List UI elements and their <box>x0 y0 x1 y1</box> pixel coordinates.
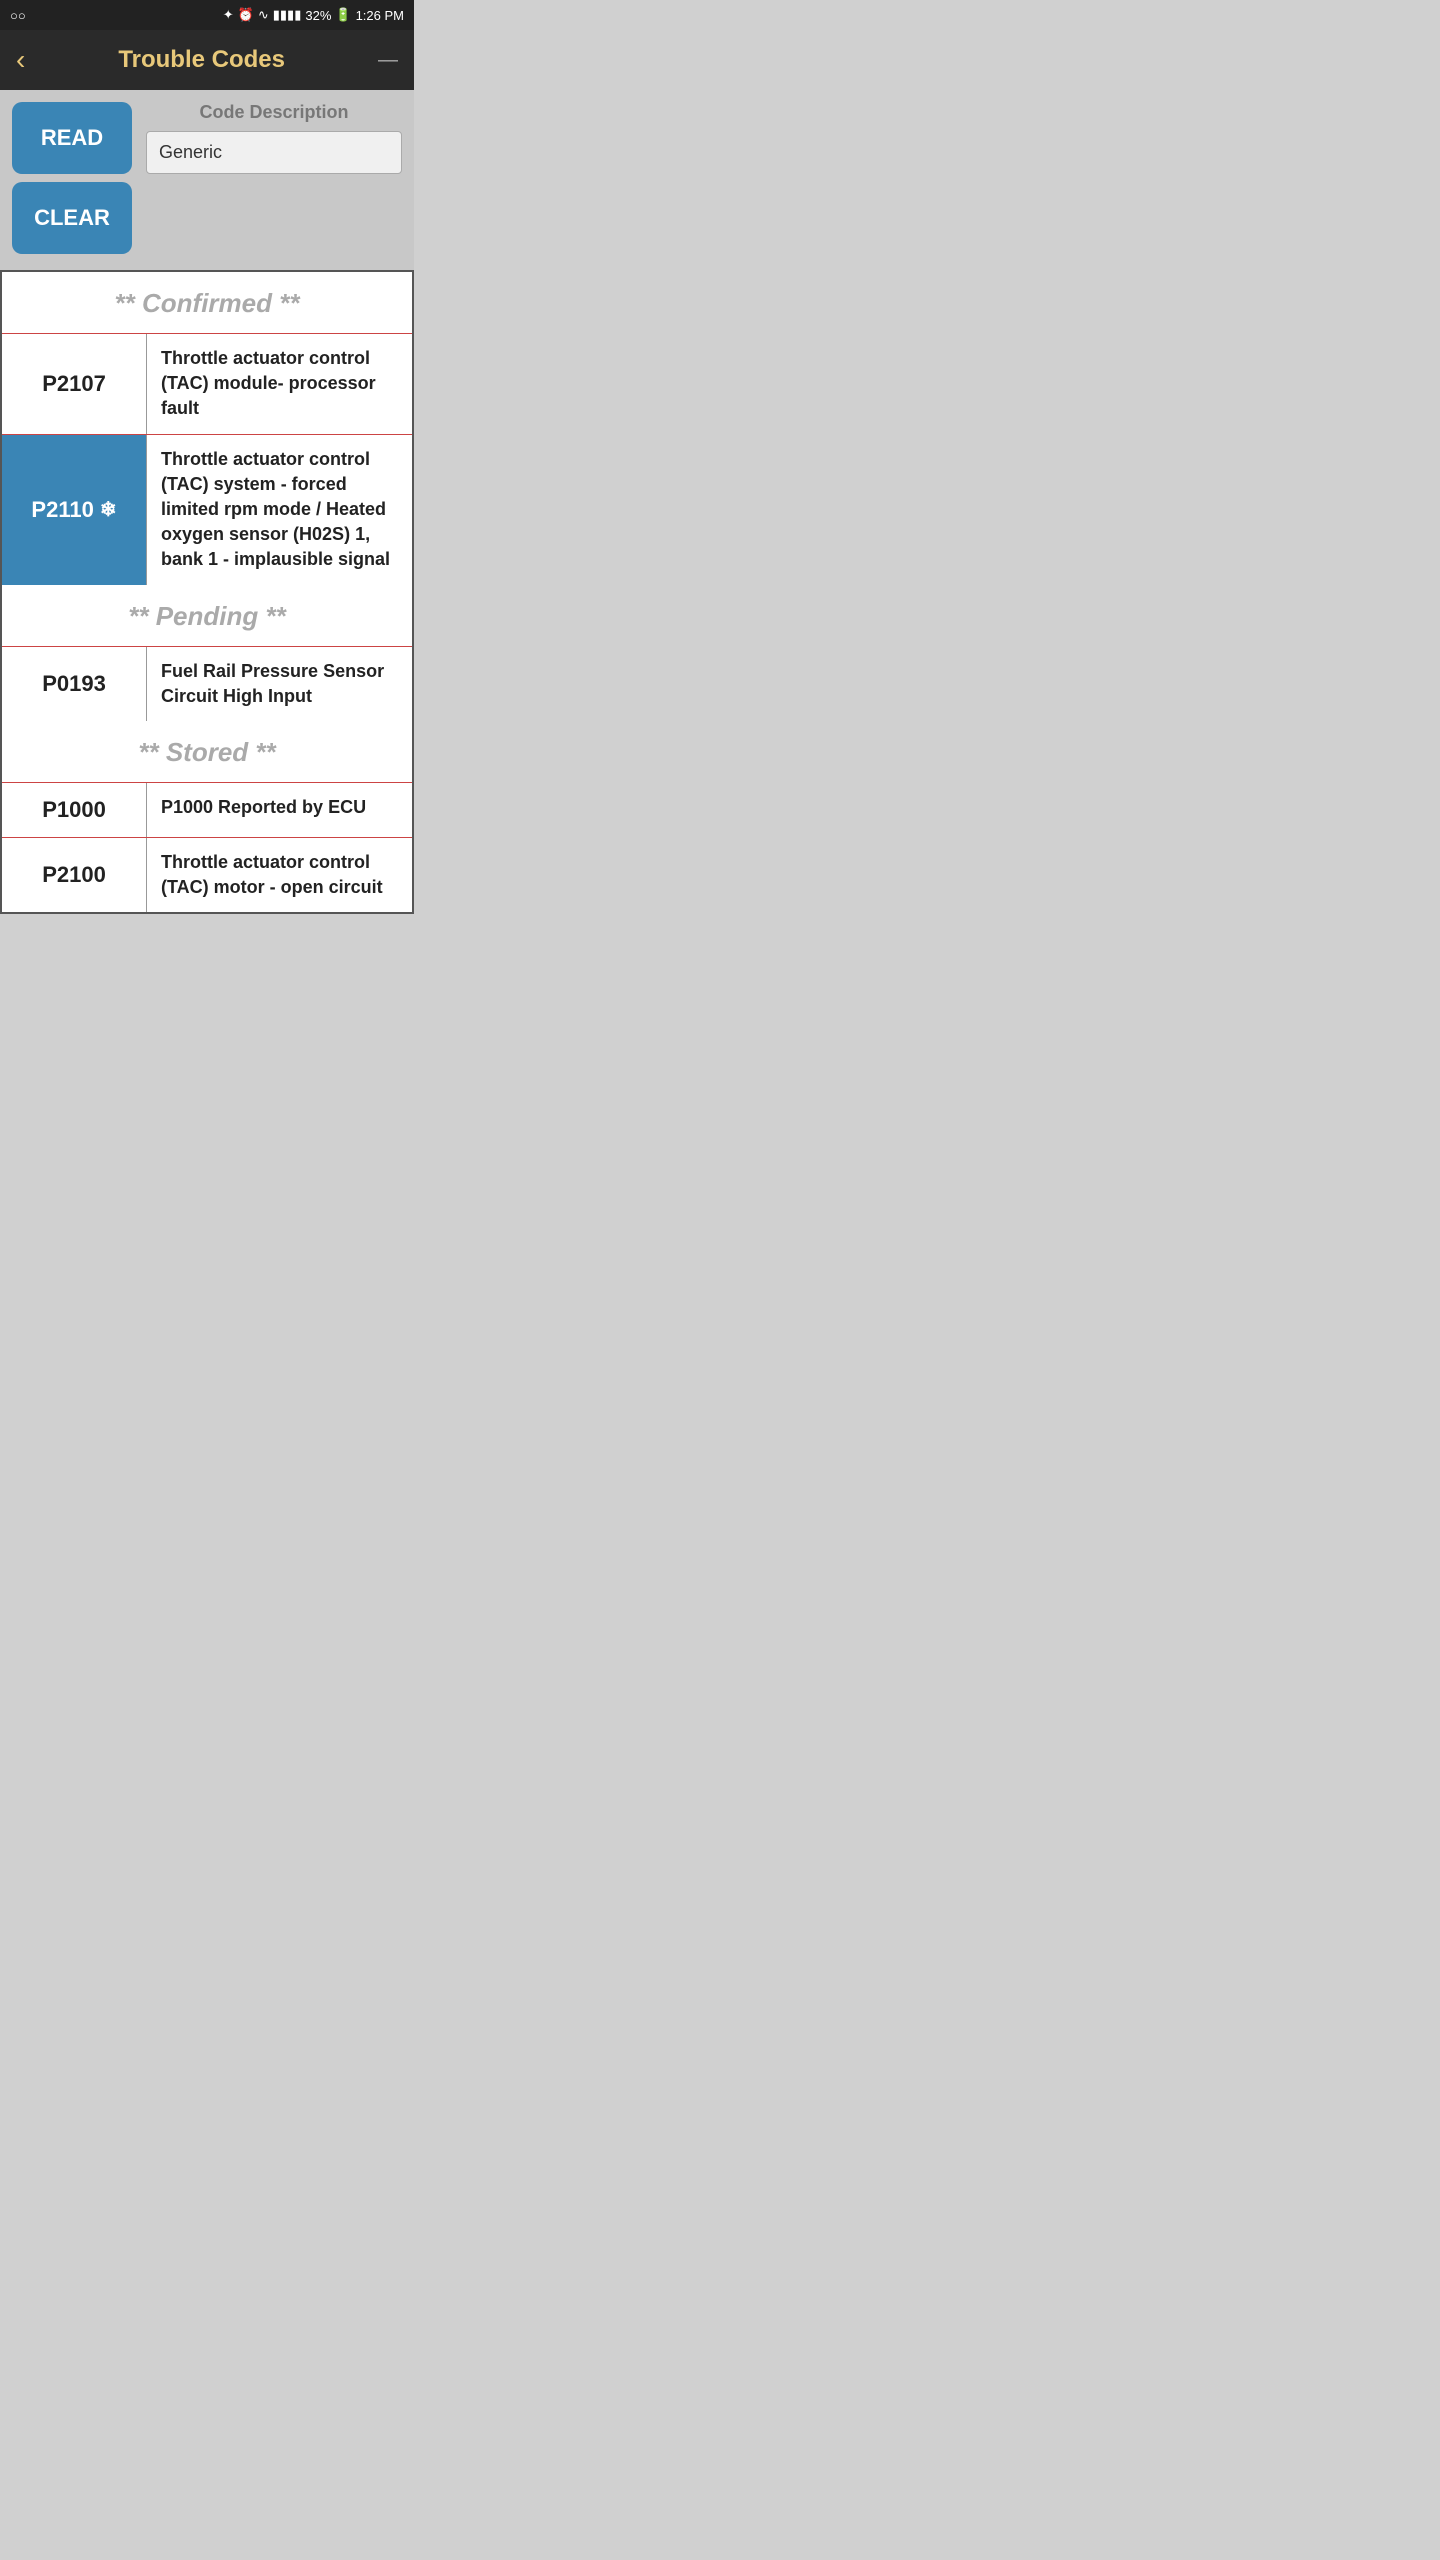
code-cell: P1000 <box>2 783 147 837</box>
clear-button[interactable]: CLEAR <box>12 182 132 254</box>
status-left: ○○ <box>10 8 26 23</box>
bluetooth-icon: ✦ <box>223 7 234 23</box>
battery-icon: 🔋 <box>335 7 351 23</box>
table-row[interactable]: P1000 P1000 Reported by ECU <box>2 782 412 837</box>
description-cell: Throttle actuator control (TAC) system -… <box>147 435 412 585</box>
code-cell: P2110 ❄ <box>2 435 147 585</box>
code-value: P0193 <box>42 671 106 697</box>
section-header-confirmed: ** Confirmed ** <box>2 272 412 333</box>
clock: 1:26 PM <box>356 8 404 23</box>
trouble-codes-table: ** Confirmed ** P2107 Throttle actuator co… <box>0 270 414 914</box>
battery-level: 32% <box>305 8 331 23</box>
description-cell: Throttle actuator control (TAC) motor - … <box>147 838 412 912</box>
section-header-stored: ** Stored ** <box>2 721 412 782</box>
back-button[interactable]: ‹ <box>16 46 25 74</box>
code-value: P2107 <box>42 371 106 397</box>
description-cell: Throttle actuator control (TAC) module- … <box>147 334 412 434</box>
code-cell: P2107 <box>2 334 147 434</box>
table-row[interactable]: P2107 Throttle actuator control (TAC) mod… <box>2 333 412 434</box>
action-buttons: READ CLEAR <box>12 102 132 254</box>
freeze-icon: ❄ <box>100 497 117 522</box>
code-description-value[interactable]: Generic <box>146 131 402 174</box>
description-cell: Fuel Rail Pressure Sensor Circuit High I… <box>147 647 412 721</box>
code-cell: P2100 <box>2 838 147 912</box>
table-row[interactable]: P2100 Throttle actuator control (TAC) mot… <box>2 837 412 912</box>
code-description-label: Code Description <box>146 102 402 123</box>
code-cell: P0193 <box>2 647 147 721</box>
signal-bars: ▮▮▮▮ <box>273 7 302 23</box>
notification-icon: ○○ <box>10 8 26 23</box>
section-header-pending: ** Pending ** <box>2 585 412 646</box>
code-value: P2100 <box>42 862 106 888</box>
menu-icon[interactable]: — <box>378 50 398 70</box>
status-right: ✦ ⏰ ∿ ▮▮▮▮ 32% 🔋 1:26 PM <box>223 7 404 23</box>
alarm-icon: ⏰ <box>238 7 254 23</box>
controls-area: READ CLEAR Code Description Generic <box>0 90 414 270</box>
page-title: Trouble Codes <box>25 46 378 74</box>
status-bar: ○○ ✦ ⏰ ∿ ▮▮▮▮ 32% 🔋 1:26 PM <box>0 0 414 30</box>
app-header: ‹ Trouble Codes — <box>0 30 414 90</box>
description-cell: P1000 Reported by ECU <box>147 783 412 837</box>
code-value: P1000 <box>42 797 106 823</box>
table-row[interactable]: P2110 ❄Throttle actuator control (TAC) s… <box>2 434 412 585</box>
read-button[interactable]: READ <box>12 102 132 174</box>
code-value: P2110 <box>31 497 93 523</box>
table-row[interactable]: P0193 Fuel Rail Pressure Sensor Circuit H… <box>2 646 412 721</box>
wifi-icon: ∿ <box>258 7 269 23</box>
code-description-panel: Code Description Generic <box>146 102 402 174</box>
